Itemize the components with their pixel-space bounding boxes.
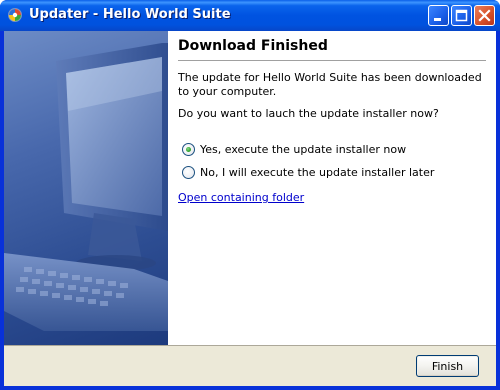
- dialog-client-area: Download Finished The update for Hello W…: [4, 31, 496, 386]
- computer-illustration: [4, 43, 168, 331]
- sidebar-banner: [4, 31, 168, 345]
- maximize-icon: [455, 9, 468, 22]
- footer-divider: [4, 345, 496, 346]
- launch-question: Do you want to lauch the update installe…: [178, 107, 439, 120]
- radio-selected-dot: [186, 147, 191, 152]
- radio-button-unselected[interactable]: [182, 166, 195, 179]
- close-icon: [478, 9, 491, 22]
- radio-execute-now[interactable]: Yes, execute the update installer now: [182, 142, 472, 158]
- download-message: The update for Hello World Suite has bee…: [178, 71, 482, 98]
- title-bar[interactable]: Updater - Hello World Suite: [0, 0, 500, 31]
- maximize-button[interactable]: [451, 5, 472, 26]
- page-heading: Download Finished: [178, 38, 328, 54]
- finish-button[interactable]: Finish: [416, 355, 479, 377]
- minimize-icon: [434, 18, 441, 21]
- window-title: Updater - Hello World Suite: [29, 7, 231, 22]
- radio-label[interactable]: Yes, execute the update installer now: [200, 142, 406, 157]
- close-button[interactable]: [474, 5, 495, 26]
- radio-button-selected[interactable]: [182, 143, 195, 156]
- radio-label[interactable]: No, I will execute the update installer …: [200, 165, 434, 180]
- minimize-button[interactable]: [428, 5, 449, 26]
- heading-divider: [178, 60, 486, 61]
- app-icon: [7, 7, 23, 23]
- open-folder-link[interactable]: Open containing folder: [178, 191, 304, 204]
- updater-window: Updater - Hello World Suite Download Fin…: [0, 0, 500, 390]
- content-panel: Download Finished The update for Hello W…: [168, 31, 496, 345]
- radio-execute-later[interactable]: No, I will execute the update installer …: [182, 165, 472, 181]
